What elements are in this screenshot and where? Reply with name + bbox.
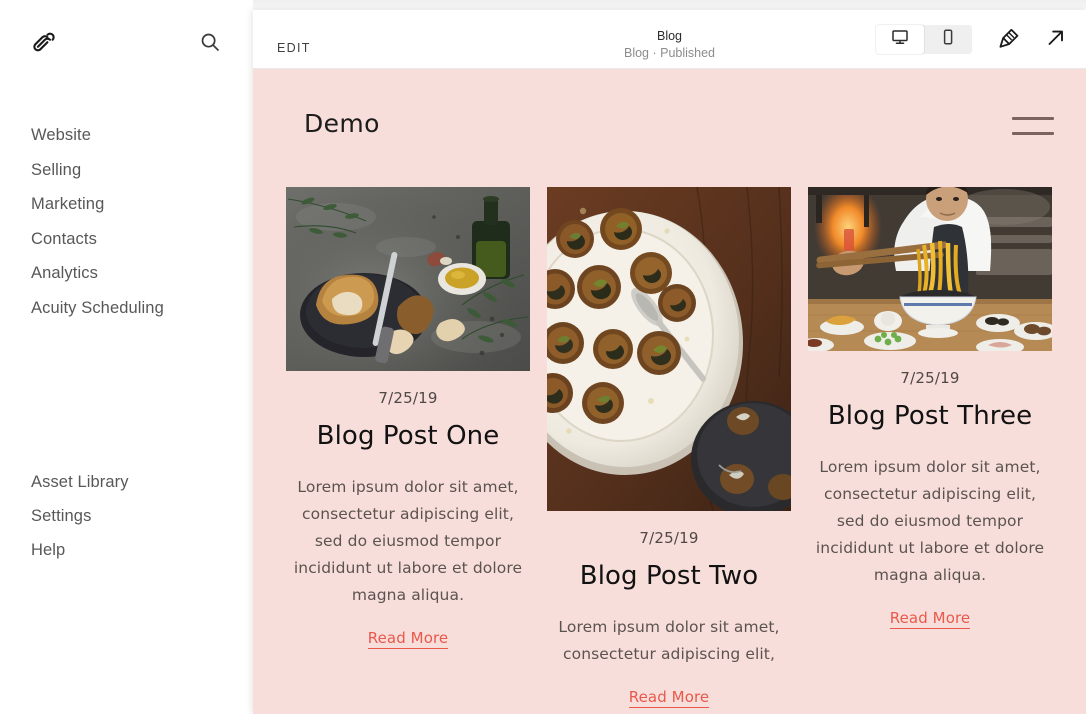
- edit-button[interactable]: EDIT: [277, 41, 311, 55]
- post-date: 7/25/19: [639, 529, 699, 547]
- mobile-view-button[interactable]: [924, 25, 972, 54]
- site-styles-button[interactable]: [994, 26, 1024, 54]
- post-title[interactable]: Blog Post Three: [808, 401, 1052, 432]
- site-logo-text[interactable]: Demo: [304, 109, 380, 138]
- read-more-label: Read More: [367, 629, 449, 650]
- read-more-link[interactable]: Read More: [547, 688, 791, 709]
- blog-post-card: 7/25/19 Blog Post Three Lorem ipsum dolo…: [808, 187, 1052, 630]
- post-excerpt: Lorem ipsum dolor sit amet, consectetur …: [815, 458, 1045, 585]
- post-date: 7/25/19: [900, 369, 960, 387]
- blog-post-card: 7/25/19 Blog Post Two Lorem ipsum dolor …: [547, 187, 791, 709]
- post-title[interactable]: Blog Post Two: [547, 561, 791, 592]
- open-site-button[interactable]: [1042, 26, 1070, 54]
- sidebar-item-acuity-scheduling[interactable]: Acuity Scheduling: [0, 291, 253, 325]
- sidebar-item-selling[interactable]: Selling: [0, 153, 253, 187]
- viewport-toggle: [876, 25, 972, 54]
- sidebar-item-analytics[interactable]: Analytics: [0, 256, 253, 290]
- hamburger-menu-icon[interactable]: [1012, 117, 1054, 135]
- site-header: Demo: [253, 69, 1086, 187]
- blog-post-card: 7/25/19 Blog Post One Lorem ipsum dolor …: [286, 187, 530, 650]
- site-preview-panel: EDIT Blog Blog · Published Demo 7/25/19 …: [253, 10, 1086, 714]
- sidebar-item-settings[interactable]: Settings: [0, 499, 253, 533]
- sidebar-item-contacts[interactable]: Contacts: [0, 222, 253, 256]
- sidebar-primary-nav: Website Selling Marketing Contacts Analy…: [0, 118, 253, 325]
- post-title[interactable]: Blog Post One: [286, 421, 530, 452]
- desktop-monitor-icon: [891, 28, 909, 51]
- post-excerpt: Lorem ipsum dolor sit amet, consectetur …: [558, 618, 780, 664]
- post-excerpt: Lorem ipsum dolor sit amet, consectetur …: [293, 478, 523, 605]
- paint-brush-icon: [997, 26, 1021, 55]
- read-more-link[interactable]: Read More: [808, 609, 1052, 630]
- read-more-label: Read More: [628, 688, 710, 709]
- sidebar-item-asset-library[interactable]: Asset Library: [0, 465, 253, 499]
- blog-post-grid: 7/25/19 Blog Post One Lorem ipsum dolor …: [253, 187, 1086, 714]
- sidebar-item-help[interactable]: Help: [0, 533, 253, 567]
- post-image[interactable]: [547, 187, 791, 511]
- desktop-view-button[interactable]: [876, 25, 924, 54]
- sidebar-item-marketing[interactable]: Marketing: [0, 187, 253, 221]
- site-canvas: Demo 7/25/19 Blog Post One Lorem ipsum d…: [253, 69, 1086, 714]
- search-icon[interactable]: [197, 29, 223, 55]
- sidebar-secondary-nav: Asset Library Settings Help: [0, 465, 253, 567]
- post-date: 7/25/19: [378, 389, 438, 407]
- preview-toolbar: EDIT Blog Blog · Published: [253, 10, 1086, 69]
- external-link-arrow-icon: [1045, 27, 1067, 54]
- window-top-strip: [253, 0, 1086, 10]
- post-image[interactable]: [286, 187, 530, 371]
- squarespace-editor-window: Website Selling Marketing Contacts Analy…: [0, 0, 1086, 714]
- mobile-phone-icon: [939, 28, 957, 51]
- sidebar-item-website[interactable]: Website: [0, 118, 253, 152]
- read-more-link[interactable]: Read More: [286, 629, 530, 650]
- read-more-label: Read More: [889, 609, 971, 630]
- squarespace-logo-icon[interactable]: [30, 28, 58, 56]
- post-image[interactable]: [808, 187, 1052, 351]
- sidebar: Website Selling Marketing Contacts Analy…: [0, 0, 253, 714]
